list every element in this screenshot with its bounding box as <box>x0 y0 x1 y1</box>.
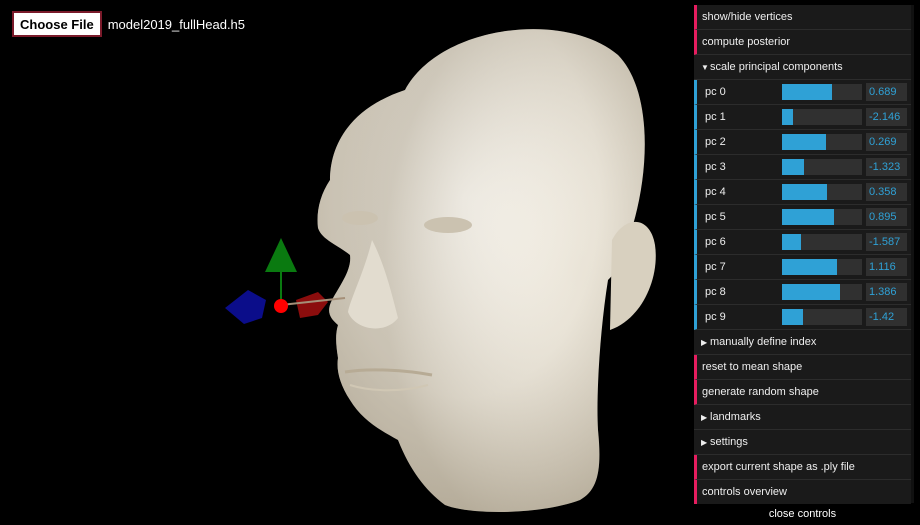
transform-gizmo[interactable] <box>225 238 346 324</box>
gizmo-y-arrow <box>265 238 297 272</box>
caret-right-icon: ▶ <box>701 338 708 347</box>
reset-mean-button[interactable]: reset to mean shape <box>694 355 911 380</box>
compute-posterior-button[interactable]: compute posterior <box>694 30 911 55</box>
pc-label: pc 8 <box>705 286 726 298</box>
pc-row: pc 3 -1.323 <box>694 155 911 180</box>
pc-slider-fill <box>782 134 826 150</box>
pc-value-input[interactable]: 0.269 <box>866 133 907 151</box>
pc-label: pc 7 <box>705 261 726 273</box>
scale-pc-folder[interactable]: ▼scale principal components <box>694 55 911 80</box>
pc-value-input[interactable]: -1.587 <box>866 233 907 251</box>
caret-down-icon: ▼ <box>701 63 709 72</box>
caret-right-icon: ▶ <box>701 413 708 422</box>
folder-title: scale principal components <box>710 61 843 73</box>
pc-slider[interactable] <box>782 84 862 100</box>
pc-label: pc 9 <box>705 311 726 323</box>
pc-value-input[interactable]: 0.895 <box>866 208 907 226</box>
file-chooser: Choose File model2019_fullHead.h5 <box>12 11 245 37</box>
folder-title: landmarks <box>710 411 761 423</box>
pc-slider-fill <box>782 259 838 275</box>
pc-slider[interactable] <box>782 109 862 125</box>
pc-label: pc 2 <box>705 136 726 148</box>
pc-list: pc 0 0.689 pc 1 -2.146 pc 2 0.269 pc 3 -1.323 pc… <box>694 80 911 330</box>
choose-file-button[interactable]: Choose File <box>12 11 102 37</box>
export-ply-button[interactable]: export current shape as .ply file <box>694 455 911 480</box>
pc-row: pc 1 -2.146 <box>694 105 911 130</box>
pc-slider[interactable] <box>782 209 862 225</box>
pc-slider-fill <box>782 284 841 300</box>
pc-slider[interactable] <box>782 184 862 200</box>
pc-slider[interactable] <box>782 309 862 325</box>
pc-row: pc 0 0.689 <box>694 80 911 105</box>
pc-row: pc 4 0.358 <box>694 180 911 205</box>
pc-slider[interactable] <box>782 259 862 275</box>
gizmo-x-arrow <box>296 292 328 318</box>
close-controls-button[interactable]: close controls <box>694 504 911 525</box>
pc-slider-fill <box>782 84 832 100</box>
pc-value-input[interactable]: 0.689 <box>866 83 907 101</box>
panel-scrollbar[interactable] <box>911 5 914 503</box>
pc-value-input[interactable]: -2.146 <box>866 108 907 126</box>
pc-slider[interactable] <box>782 284 862 300</box>
pc-label: pc 0 <box>705 86 726 98</box>
pc-slider[interactable] <box>782 159 862 175</box>
settings-folder[interactable]: ▶ settings <box>694 430 911 455</box>
folder-title: settings <box>710 436 748 448</box>
pc-slider[interactable] <box>782 134 862 150</box>
folder-title: manually define index <box>710 336 817 348</box>
show-hide-vertices-button[interactable]: show/hide vertices <box>694 5 911 30</box>
gizmo-center <box>274 299 288 313</box>
controls-panel: show/hide vertices compute posterior ▼sc… <box>694 5 911 505</box>
pc-slider-fill <box>782 184 827 200</box>
pc-slider[interactable] <box>782 234 862 250</box>
controls-overview-button[interactable]: controls overview <box>694 480 911 505</box>
head-model[interactable] <box>317 29 656 512</box>
pc-row: pc 2 0.269 <box>694 130 911 155</box>
gizmo-z-arrow <box>225 290 266 324</box>
pc-label: pc 5 <box>705 211 726 223</box>
pc-label: pc 4 <box>705 186 726 198</box>
landmarks-folder[interactable]: ▶ landmarks <box>694 405 911 430</box>
caret-right-icon: ▶ <box>701 438 708 447</box>
pc-row: pc 7 1.116 <box>694 255 911 280</box>
file-name-label: model2019_fullHead.h5 <box>107 16 246 32</box>
pc-slider-fill <box>782 234 802 250</box>
pc-value-input[interactable]: 1.116 <box>866 258 907 276</box>
random-shape-button[interactable]: generate random shape <box>694 380 911 405</box>
pc-value-input[interactable]: -1.42 <box>866 308 907 326</box>
pc-row: pc 6 -1.587 <box>694 230 911 255</box>
pc-row: pc 5 0.895 <box>694 205 911 230</box>
pc-slider-fill <box>782 309 803 325</box>
pc-value-input[interactable]: 1.386 <box>866 283 907 301</box>
pc-slider-fill <box>782 209 834 225</box>
pc-value-input[interactable]: -1.323 <box>866 158 907 176</box>
pc-value-input[interactable]: 0.358 <box>866 183 907 201</box>
pc-label: pc 1 <box>705 111 726 123</box>
pc-row: pc 9 -1.42 <box>694 305 911 330</box>
manual-index-folder[interactable]: ▶ manually define index <box>694 330 911 355</box>
pc-slider-fill <box>782 109 794 125</box>
pc-slider-fill <box>782 159 804 175</box>
pc-label: pc 6 <box>705 236 726 248</box>
pc-label: pc 3 <box>705 161 726 173</box>
pc-row: pc 8 1.386 <box>694 280 911 305</box>
